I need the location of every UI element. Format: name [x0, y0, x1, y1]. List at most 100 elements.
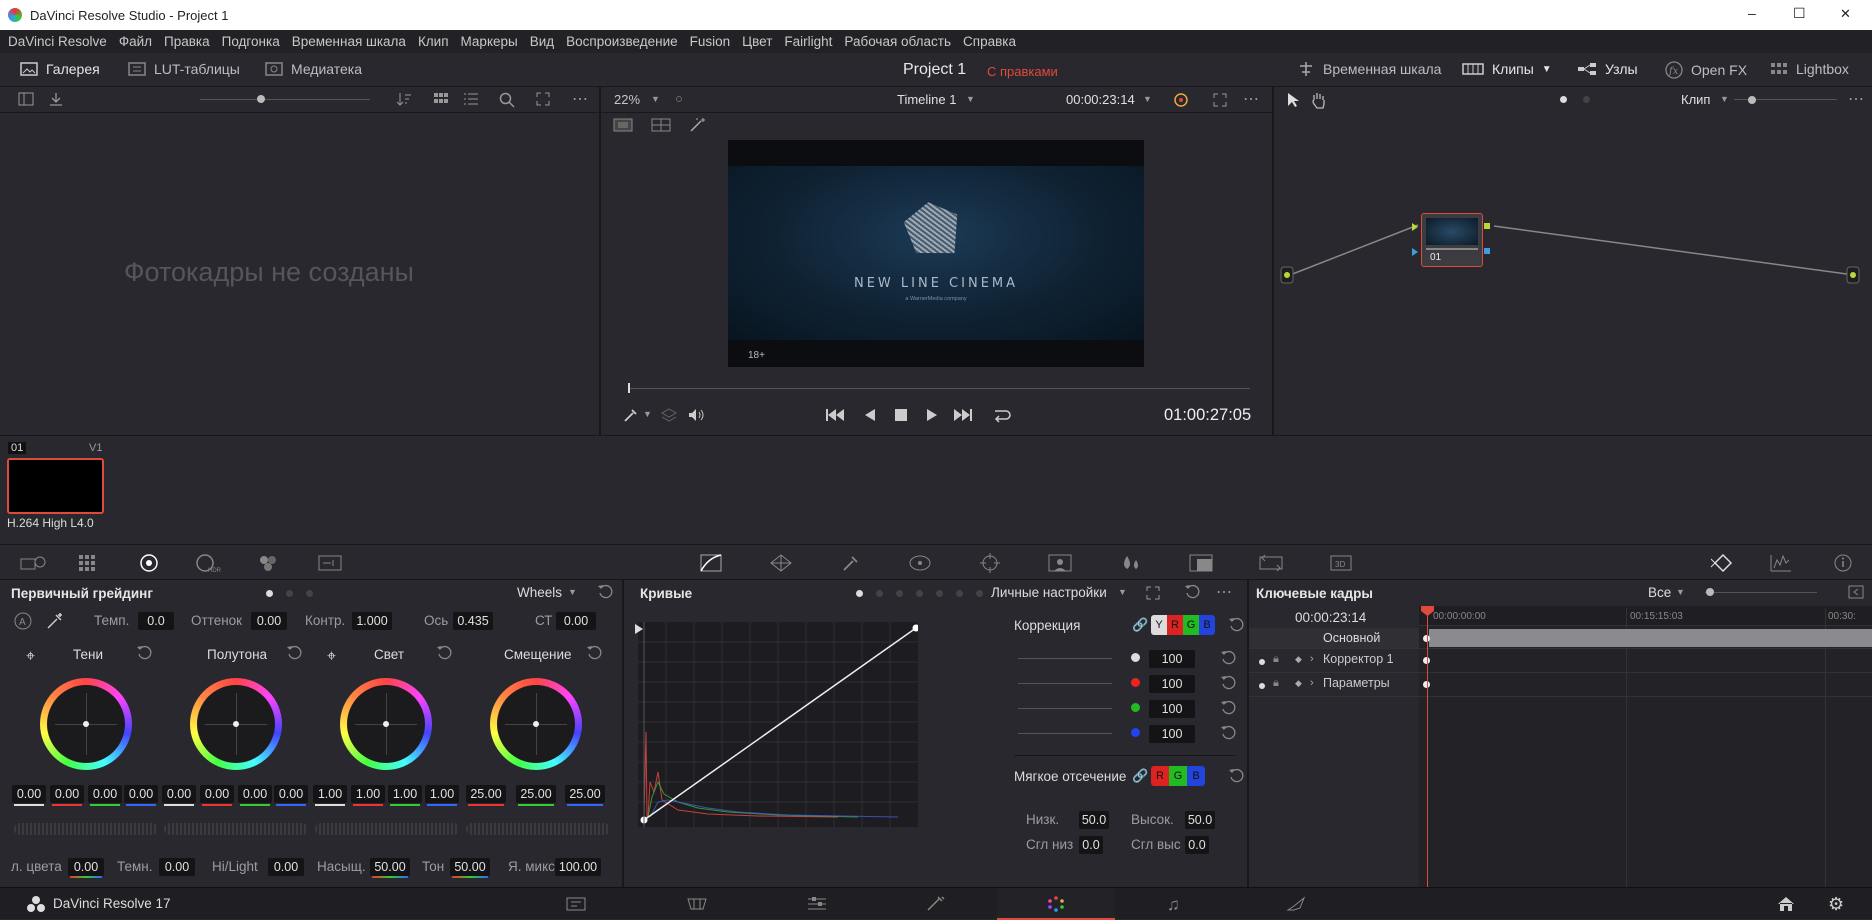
chevron-down-icon[interactable]: ▼	[1143, 94, 1152, 104]
menu-edit[interactable]: Правка	[164, 34, 210, 49]
chevron-right-icon[interactable]: ›	[1310, 677, 1314, 689]
shadows-param-value[interactable]: 0.00	[159, 858, 195, 876]
saturation-value[interactable]: 50.00	[370, 858, 410, 876]
chevron-down-icon[interactable]: ▼	[651, 94, 660, 104]
chevron-down-icon[interactable]: ▼	[568, 587, 577, 597]
tracker-icon[interactable]	[980, 553, 1000, 573]
contrast-value[interactable]: 1.000	[352, 612, 392, 630]
page-dot[interactable]	[306, 590, 313, 597]
media-page-icon[interactable]	[566, 896, 586, 912]
skip-start-icon[interactable]	[825, 407, 845, 423]
keyframe-zoom-slider[interactable]	[1705, 592, 1817, 593]
link-icon[interactable]: 🔗	[1132, 617, 1148, 633]
lut-tab[interactable]: LUT-таблицы	[128, 61, 240, 77]
shadows-wheel[interactable]	[40, 678, 132, 770]
magic-mask-icon[interactable]	[1048, 554, 1072, 572]
r-intensity-value[interactable]: 100	[1149, 675, 1195, 693]
menu-workspace[interactable]: Рабочая область	[844, 34, 951, 49]
search-icon[interactable]	[499, 92, 515, 108]
color-match-icon[interactable]	[78, 554, 100, 572]
sizing-icon[interactable]	[1259, 554, 1283, 572]
white-balance-picker-icon[interactable]	[46, 612, 64, 630]
lock-icon[interactable]: 🔒︎	[1273, 653, 1279, 666]
channel-g-button[interactable]: G	[1183, 615, 1199, 635]
g-intensity-slider[interactable]	[1018, 708, 1112, 709]
more-options-icon[interactable]: ⋯	[1216, 582, 1232, 602]
3d-icon[interactable]: 3D	[1330, 554, 1352, 572]
reset-icon[interactable]	[1184, 584, 1200, 600]
midtones-y[interactable]: 0.00	[162, 785, 196, 803]
enable-dot[interactable]	[1259, 683, 1265, 689]
auto-balance-icon[interactable]: A	[14, 612, 32, 630]
offset-b[interactable]: 25.00	[565, 785, 605, 803]
offset-master-wheel[interactable]	[466, 823, 610, 835]
channel-y-button[interactable]: Y	[1151, 615, 1167, 635]
offset-wheel[interactable]	[490, 678, 582, 770]
color-page-icon[interactable]	[1046, 895, 1066, 913]
hdr-wheels-icon[interactable]: HDR	[195, 553, 221, 573]
menu-color[interactable]: Цвет	[742, 34, 772, 49]
play-reverse-icon[interactable]	[863, 407, 877, 423]
single-viewer-icon[interactable]	[613, 118, 633, 132]
split-viewer-icon[interactable]	[651, 118, 671, 132]
menu-fairlight[interactable]: Fairlight	[784, 34, 832, 49]
reset-icon[interactable]	[436, 645, 452, 661]
lum-mix-value[interactable]: 100.00	[555, 858, 601, 876]
info-icon[interactable]	[1834, 554, 1852, 572]
chevron-down-icon[interactable]: ▼	[1118, 587, 1127, 597]
wheels-mode-select[interactable]: Wheels	[517, 585, 562, 600]
menu-file[interactable]: Файл	[119, 34, 152, 49]
low-soft-value[interactable]: 0.0	[1079, 836, 1103, 854]
offset-r[interactable]: 25.00	[466, 785, 506, 803]
midtones-master-wheel[interactable]	[164, 823, 308, 835]
menu-fusion[interactable]: Fusion	[690, 34, 731, 49]
deliver-page-icon[interactable]	[1286, 896, 1306, 912]
edit-page-icon[interactable]	[806, 896, 828, 912]
clips-toggle[interactable]: Клипы ▼	[1462, 61, 1552, 77]
scopes-icon[interactable]	[1770, 554, 1792, 572]
more-options-icon[interactable]: ⋯	[1243, 89, 1259, 109]
sort-icon[interactable]	[396, 92, 412, 106]
highlights-wheel[interactable]	[340, 678, 432, 770]
link-icon[interactable]: 🔗	[1132, 768, 1148, 784]
curves-icon[interactable]	[700, 554, 722, 572]
tint-value[interactable]: 0.00	[251, 612, 287, 630]
playhead[interactable]	[628, 383, 630, 393]
sidebar-icon[interactable]	[18, 92, 34, 106]
color-wheels-icon[interactable]	[139, 553, 159, 573]
shadows-g[interactable]: 0.00	[88, 785, 122, 803]
fairlight-page-icon[interactable]: ♫	[1167, 895, 1180, 915]
low-value[interactable]: 50.0	[1079, 811, 1109, 829]
volume-icon[interactable]	[687, 407, 705, 423]
shadows-y[interactable]: 0.00	[12, 785, 46, 803]
reset-icon[interactable]	[586, 645, 602, 661]
keyframe-filter-select[interactable]: Все	[1648, 585, 1671, 600]
highlights-r[interactable]: 1.00	[351, 785, 385, 803]
md-value[interactable]: 0.00	[556, 612, 596, 630]
menu-trim[interactable]: Подгонка	[222, 34, 280, 49]
y-intensity-value[interactable]: 100	[1149, 650, 1195, 668]
openfx-toggle[interactable]: fx Open FX	[1665, 61, 1747, 79]
shadows-master-wheel[interactable]	[14, 823, 158, 835]
shadows-r[interactable]: 0.00	[50, 785, 84, 803]
minimize-button[interactable]: –	[1748, 5, 1756, 21]
scrubber-bar[interactable]	[629, 388, 1250, 389]
maximize-button[interactable]: ☐	[1793, 5, 1806, 22]
close-button[interactable]: ✕	[1840, 6, 1851, 22]
blur-icon[interactable]	[1120, 554, 1142, 572]
highlight-value[interactable]: 0.00	[268, 858, 304, 876]
soft-b-button[interactable]: B	[1187, 766, 1205, 786]
timeline-name[interactable]: Timeline 1	[897, 92, 956, 107]
zoom-level[interactable]: 22%	[614, 92, 640, 107]
reset-icon[interactable]	[136, 645, 152, 661]
list-view-icon[interactable]	[463, 92, 479, 106]
slider-handle[interactable]	[257, 95, 265, 103]
reset-icon[interactable]	[1220, 700, 1236, 716]
menu-help[interactable]: Справка	[963, 34, 1016, 49]
layers-icon[interactable]	[661, 407, 677, 423]
play-icon[interactable]	[925, 407, 939, 423]
page-dot[interactable]	[856, 590, 863, 597]
keyframes-palette-icon[interactable]	[1710, 554, 1736, 572]
menu-markers[interactable]: Маркеры	[461, 34, 518, 49]
temp-value[interactable]: 0.0	[138, 612, 174, 630]
